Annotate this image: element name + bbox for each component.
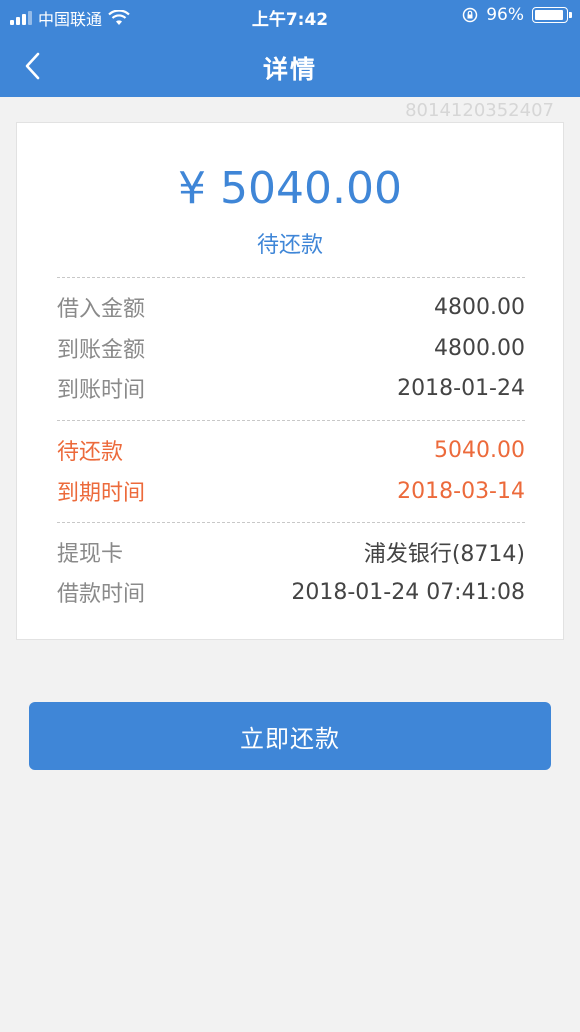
detail-row-received-time: 到账时间 2018-01-24 <box>57 371 525 405</box>
detail-row-received-amount: 到账金额 4800.00 <box>57 331 525 365</box>
row-label: 借入金额 <box>57 297 146 322</box>
row-value: 4800.00 <box>434 335 525 361</box>
divider <box>57 522 525 523</box>
row-label: 到账金额 <box>57 338 146 363</box>
row-label: 借款时间 <box>57 582 146 607</box>
row-label: 提现卡 <box>57 542 124 567</box>
detail-row-amount-due: 待还款 5040.00 <box>57 433 525 467</box>
divider <box>57 277 525 278</box>
row-value: 2018-01-24 <box>397 375 525 401</box>
row-label: 到账时间 <box>57 378 146 403</box>
detail-row-loan-time: 借款时间 2018-01-24 07:41:08 <box>57 575 525 609</box>
row-value: 2018-01-24 07:41:08 <box>291 579 525 605</box>
nav-bar: 详情 <box>0 38 580 96</box>
rotation-lock-icon <box>462 7 478 23</box>
repay-now-button[interactable]: 立即还款 <box>29 702 551 770</box>
status-bar: 中国联通 上午7:42 96% <box>0 0 580 32</box>
total-amount: ¥ 5040.00 <box>178 163 402 214</box>
detail-row-due-date: 到期时间 2018-03-14 <box>57 474 525 508</box>
detail-row-borrowed-amount: 借入金额 4800.00 <box>57 290 525 324</box>
app-header: 中国联通 上午7:42 96% 详情 <box>0 0 580 97</box>
detail-row-withdrawal-card: 提现卡 浦发银行(8714) <box>57 535 525 569</box>
divider <box>57 420 525 421</box>
page-title: 详情 <box>262 55 317 84</box>
watermark-id: 8014120352407 <box>405 100 554 121</box>
battery-level <box>535 10 563 20</box>
row-value: 浦发银行(8714) <box>363 542 525 567</box>
row-value: 2018-03-14 <box>397 478 525 504</box>
amount-status: 待还款 <box>256 233 323 258</box>
battery-percent: 96% <box>486 5 524 25</box>
row-value: 4800.00 <box>434 294 525 320</box>
loan-detail-card: ¥ 5040.00 待还款 借入金额 4800.00 到账金额 4800.00 … <box>16 122 564 640</box>
row-value: 5040.00 <box>434 437 525 463</box>
status-right: 96% <box>462 5 572 25</box>
battery-icon <box>532 7 572 23</box>
row-label: 到期时间 <box>57 481 146 506</box>
row-label: 待还款 <box>57 440 124 465</box>
